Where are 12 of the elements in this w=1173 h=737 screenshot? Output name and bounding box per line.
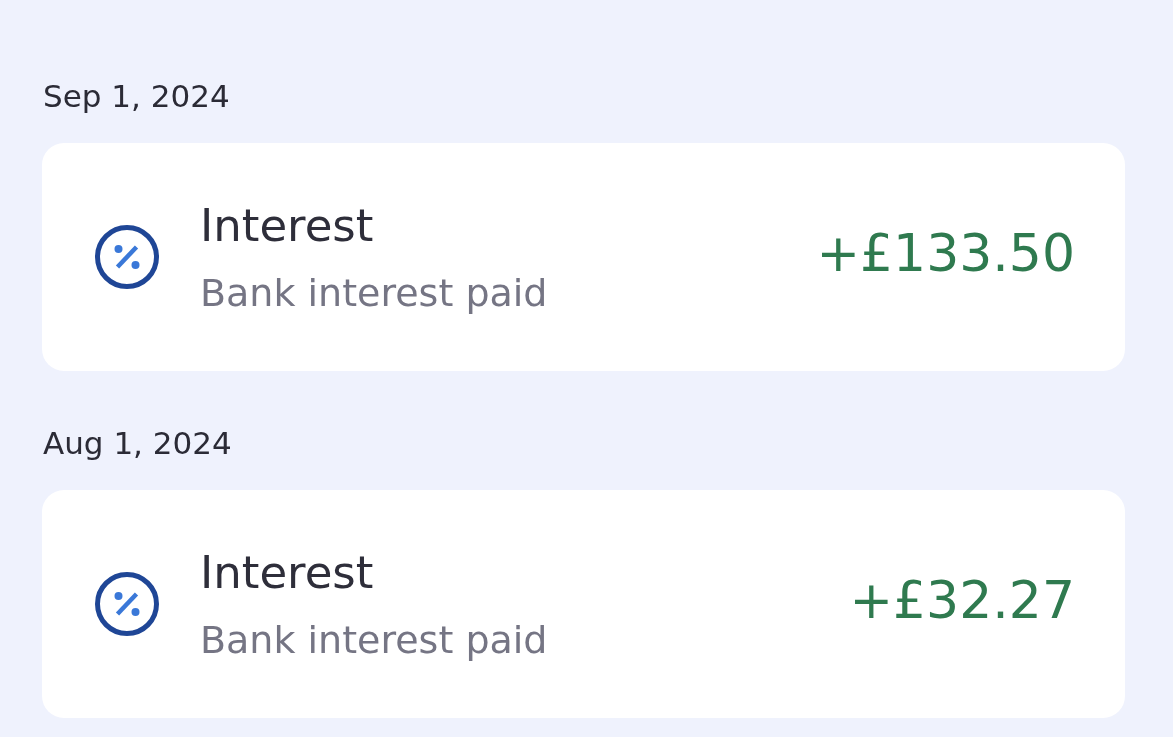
percent-icon xyxy=(95,225,159,289)
transaction-title: Interest xyxy=(200,545,374,600)
transaction-description: Bank interest paid xyxy=(200,269,548,316)
percent-icon xyxy=(95,572,159,636)
date-heading: Aug 1, 2024 xyxy=(43,425,232,462)
transaction-amount: +£133.50 xyxy=(816,222,1075,284)
date-heading: Sep 1, 2024 xyxy=(43,78,230,115)
transaction-description: Bank interest paid xyxy=(200,616,548,663)
transaction-title: Interest xyxy=(200,198,374,253)
transaction-card[interactable]: Interest Bank interest paid +£133.50 xyxy=(42,143,1125,371)
transaction-card[interactable]: Interest Bank interest paid +£32.27 xyxy=(42,490,1125,718)
transaction-amount: +£32.27 xyxy=(849,569,1075,631)
